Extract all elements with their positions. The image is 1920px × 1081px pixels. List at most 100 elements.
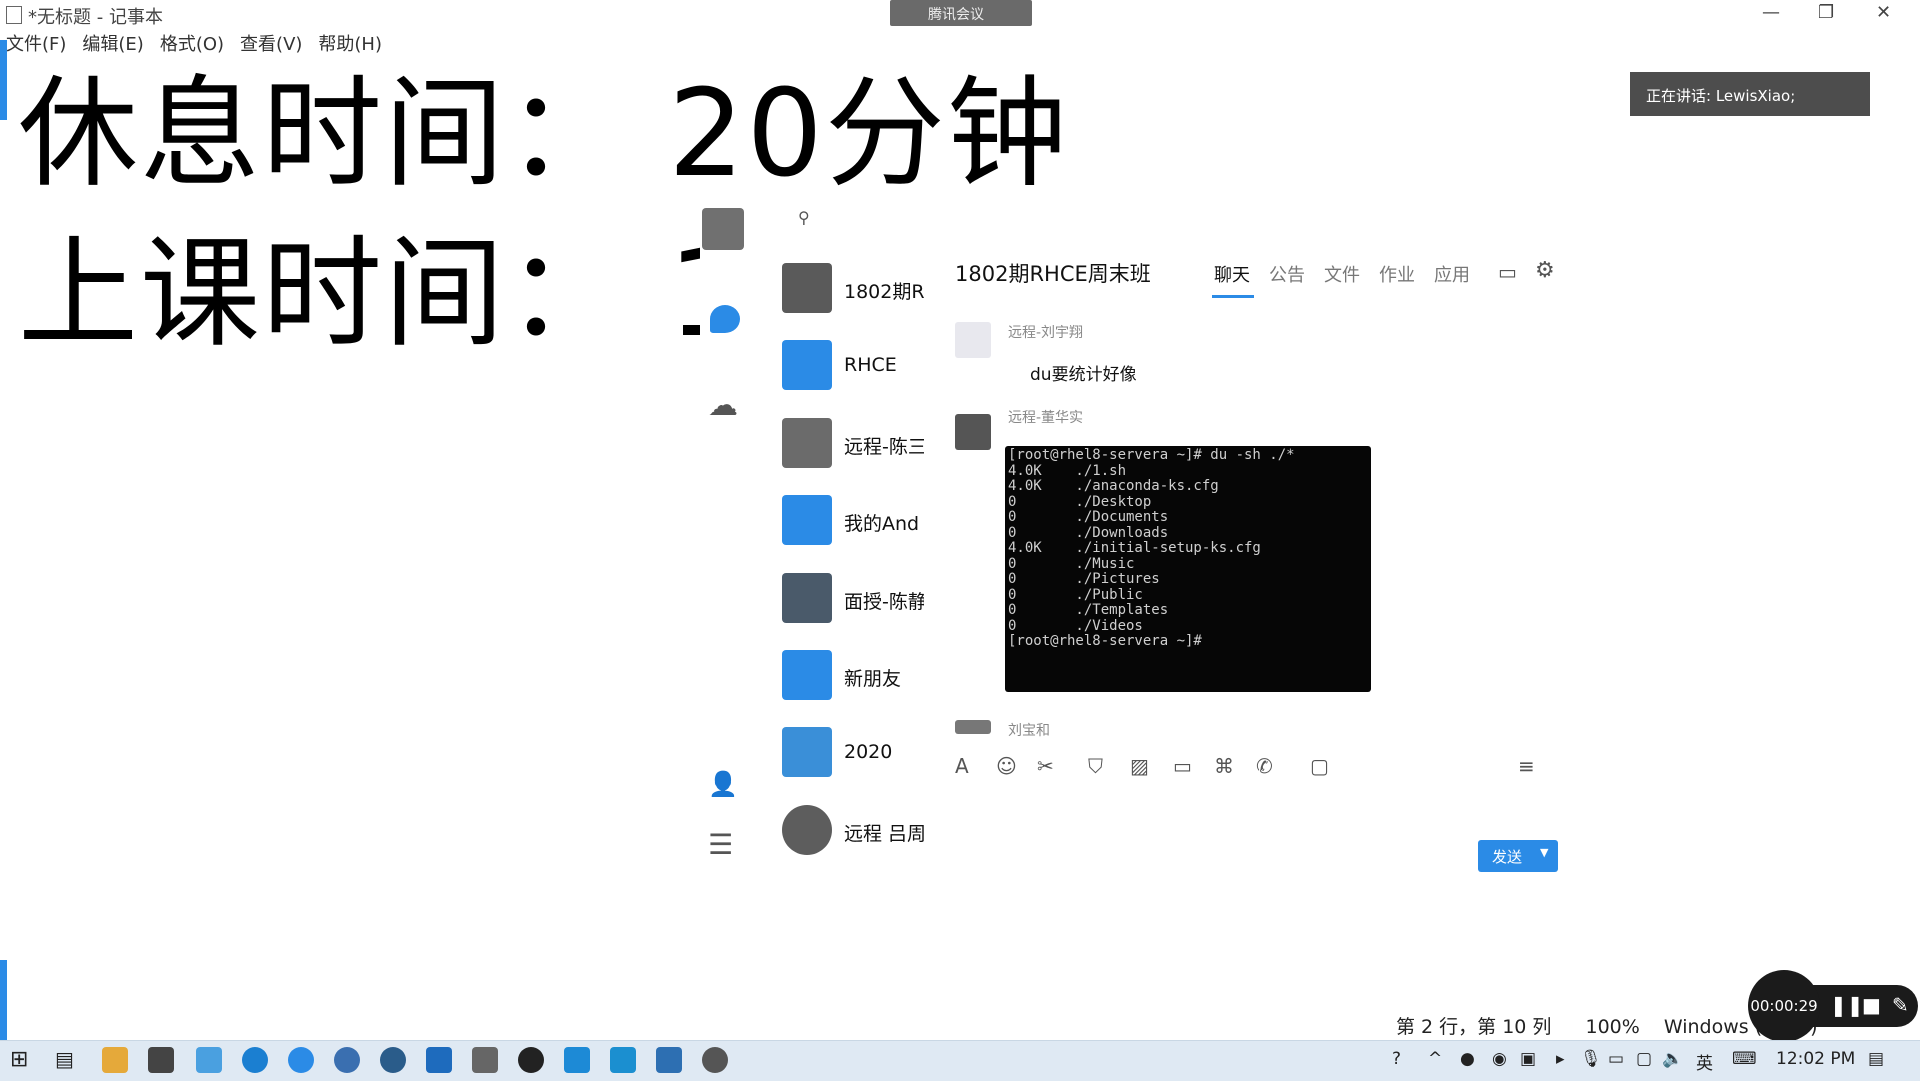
terminal-line: [root@rhel8-servera ~]# bbox=[1008, 633, 1202, 649]
contact-item[interactable]: 远程-陈三 bbox=[782, 418, 942, 474]
tray-app-icon[interactable]: ▣ bbox=[1520, 1049, 1536, 1069]
terminal-line: 0 ./Music bbox=[1008, 555, 1135, 572]
notification-icon[interactable]: ▤ bbox=[1868, 1049, 1884, 1069]
meeting-indicator[interactable]: 腾讯会议 bbox=[890, 0, 1032, 26]
minimize-button[interactable]: — bbox=[1762, 2, 1780, 23]
app-icon[interactable] bbox=[196, 1047, 222, 1073]
add-contact-icon[interactable]: 👤 bbox=[708, 770, 738, 800]
edge-icon[interactable] bbox=[242, 1047, 268, 1073]
sender-avatar[interactable] bbox=[955, 322, 991, 358]
contact-item[interactable]: RHCE bbox=[782, 340, 942, 396]
chevron-down-icon[interactable]: ▼ bbox=[1540, 846, 1548, 859]
app-icon[interactable] bbox=[426, 1047, 452, 1073]
calendar-icon[interactable]: ▢ bbox=[1310, 754, 1329, 778]
contact-name: 我的And bbox=[844, 513, 920, 535]
app-icon[interactable] bbox=[656, 1047, 682, 1073]
help-icon[interactable]: ? bbox=[1392, 1049, 1401, 1069]
contact-item[interactable]: 远程 吕周 bbox=[782, 805, 942, 861]
contact-name: 远程-陈三 bbox=[844, 436, 924, 458]
contact-item[interactable]: 我的And bbox=[782, 495, 942, 551]
tab-chat[interactable]: 聊天 bbox=[1214, 261, 1250, 287]
user-avatar[interactable] bbox=[702, 208, 744, 250]
terminal-line: 4.0K ./anaconda-ks.cfg bbox=[1008, 478, 1219, 494]
tray-app-icon[interactable]: ◉ bbox=[1492, 1049, 1507, 1069]
contact-item[interactable]: 面授-陈静 bbox=[782, 573, 942, 629]
sender-avatar[interactable] bbox=[955, 414, 991, 450]
menu-view[interactable]: 查看(V) bbox=[240, 30, 302, 56]
font-icon[interactable]: A bbox=[955, 754, 969, 778]
emoji-icon[interactable]: ☺ bbox=[996, 754, 1017, 778]
menu-help[interactable]: 帮助(H) bbox=[318, 30, 382, 56]
app-icon[interactable] bbox=[334, 1047, 360, 1073]
tab-files[interactable]: 文件 bbox=[1324, 261, 1360, 287]
send-button[interactable]: 发送 ▼ bbox=[1478, 840, 1558, 872]
terminal-line: 0 ./Templates bbox=[1008, 602, 1169, 618]
editor-line-1[interactable]: 休息时间： 20分钟 bbox=[18, 65, 1069, 205]
history-icon[interactable]: ≡ bbox=[1518, 754, 1535, 778]
pen-icon[interactable]: ✎ bbox=[1892, 993, 1909, 1017]
chevron-up-icon[interactable]: ^ bbox=[1428, 1049, 1442, 1069]
close-button[interactable]: ✕ bbox=[1876, 2, 1891, 23]
cursor-position: 第 2 行，第 10 列 bbox=[1396, 1016, 1552, 1038]
contact-item[interactable]: 2020 bbox=[782, 727, 942, 783]
terminal-line: 0 ./Documents bbox=[1008, 509, 1169, 525]
terminal-screenshot[interactable]: [root@rhel8-servera ~]# du -sh ./* 4.0K .… bbox=[1005, 446, 1371, 692]
windows-start-icon[interactable]: ⊞ bbox=[10, 1047, 36, 1073]
speaker-text: 正在讲话: LewisXiao; bbox=[1646, 87, 1796, 105]
message-sender: 远程-刘宇翔 bbox=[1008, 325, 1084, 341]
volume-icon[interactable]: 🔈 bbox=[1662, 1049, 1683, 1069]
terminal-output: [root@rhel8-servera ~]# du -sh ./* 4.0K .… bbox=[1008, 447, 1295, 650]
qq-icon[interactable] bbox=[288, 1047, 314, 1073]
file-explorer-icon[interactable] bbox=[102, 1047, 128, 1073]
search-icon[interactable]: ⚲ bbox=[798, 208, 810, 227]
scissors-icon[interactable]: ✂ bbox=[1037, 754, 1054, 778]
app-icon[interactable] bbox=[518, 1047, 544, 1073]
tab-homework[interactable]: 作业 bbox=[1379, 261, 1415, 287]
menu-format[interactable]: 格式(O) bbox=[160, 30, 224, 56]
terminal-line: 4.0K ./initial-setup-ks.cfg bbox=[1008, 540, 1261, 556]
sender-avatar[interactable] bbox=[955, 720, 991, 734]
contact-item[interactable]: 1802期R bbox=[782, 263, 942, 319]
contact-item[interactable]: 新朋友 bbox=[782, 650, 942, 706]
editor-line-2[interactable]: 上课时间： 1 bbox=[18, 225, 747, 365]
recorder-controls: ❚❚ ■ ✎ bbox=[1810, 985, 1918, 1027]
screen-share-icon[interactable]: ▭ bbox=[1498, 260, 1517, 284]
task-view-icon[interactable]: ▤ bbox=[55, 1047, 81, 1073]
menu-file[interactable]: 文件(F) bbox=[6, 30, 66, 56]
clock[interactable]: 12:02 PM bbox=[1776, 1049, 1855, 1069]
app-icon[interactable] bbox=[564, 1047, 590, 1073]
app-icon[interactable] bbox=[610, 1047, 636, 1073]
app-icon[interactable] bbox=[702, 1047, 728, 1073]
message-sender: 刘宝和 bbox=[1008, 723, 1050, 739]
keyboard-icon[interactable]: ⌨ bbox=[1732, 1049, 1757, 1069]
terminal-line: 0 ./Downloads bbox=[1008, 524, 1169, 541]
tray-app-icon[interactable]: ▸ bbox=[1556, 1049, 1565, 1069]
restore-button[interactable]: ❐ bbox=[1818, 2, 1834, 23]
gift-icon[interactable]: ⌘ bbox=[1214, 754, 1234, 778]
window-edge bbox=[0, 40, 7, 120]
settings-icon[interactable]: ⚙ bbox=[1535, 258, 1555, 283]
message-icon[interactable] bbox=[710, 305, 740, 333]
terminal-line: 0 ./Videos bbox=[1008, 617, 1143, 634]
shield-icon[interactable]: ⛉ bbox=[1088, 754, 1103, 778]
tab-apps[interactable]: 应用 bbox=[1434, 261, 1470, 287]
network-icon[interactable]: ▢ bbox=[1636, 1049, 1652, 1069]
cloud-icon[interactable]: ☁ bbox=[708, 388, 738, 423]
tray-app-icon[interactable]: ● bbox=[1460, 1049, 1475, 1069]
phone-icon[interactable]: ✆ bbox=[1256, 754, 1273, 778]
microphone-icon[interactable]: 🎙 bbox=[1580, 1049, 1602, 1069]
folder-icon[interactable]: ▭ bbox=[1173, 754, 1192, 778]
image-icon[interactable]: ▨ bbox=[1130, 754, 1149, 778]
ime-indicator[interactable]: 英 bbox=[1696, 1049, 1713, 1074]
app-icon[interactable] bbox=[472, 1047, 498, 1073]
active-tab-indicator bbox=[1212, 295, 1254, 298]
pause-icon[interactable]: ❚❚ bbox=[1830, 993, 1864, 1017]
app-icon[interactable] bbox=[148, 1047, 174, 1073]
menu-icon[interactable]: ☰ bbox=[708, 828, 738, 861]
battery-icon[interactable]: ▭ bbox=[1608, 1049, 1624, 1069]
stop-icon[interactable]: ■ bbox=[1862, 993, 1881, 1017]
app-icon[interactable] bbox=[380, 1047, 406, 1073]
menu-edit[interactable]: 编辑(E) bbox=[82, 30, 143, 56]
meeting-label: 腾讯会议 bbox=[928, 7, 984, 23]
tab-announcement[interactable]: 公告 bbox=[1269, 261, 1305, 287]
